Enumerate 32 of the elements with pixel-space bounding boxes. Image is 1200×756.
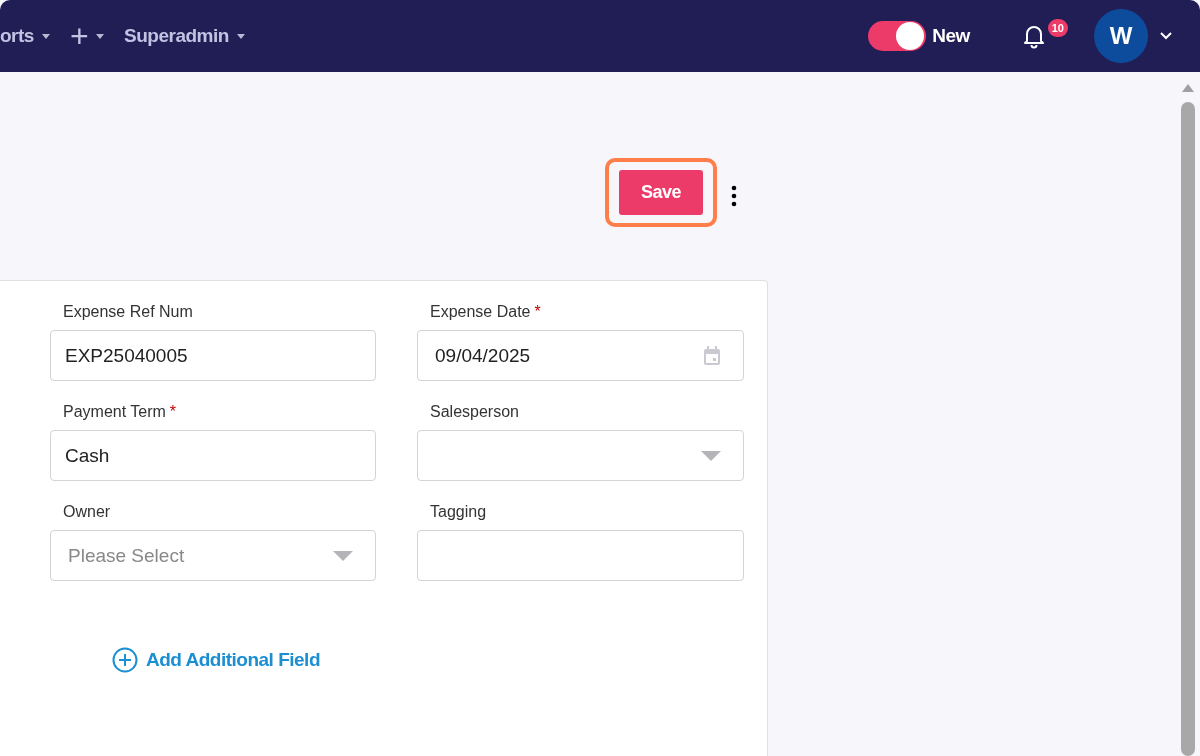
field-label: Payment Term * bbox=[62, 403, 178, 421]
bell-icon bbox=[1021, 23, 1046, 49]
nav-menu[interactable]: Superadmin bbox=[124, 25, 245, 47]
dropdown-arrow-icon bbox=[333, 550, 353, 561]
field-label: Salesperson bbox=[429, 403, 520, 421]
toggle-switch[interactable] bbox=[868, 21, 927, 51]
nav-menu[interactable]: orts bbox=[0, 25, 50, 47]
user-avatar[interactable]: W bbox=[1094, 9, 1148, 63]
calendar-icon bbox=[703, 345, 721, 366]
date-field[interactable]: 09/04/2025 bbox=[417, 330, 744, 381]
field-label: Expense Date * bbox=[429, 303, 542, 321]
field-label: Owner bbox=[62, 503, 112, 521]
notification-count: 10 bbox=[1047, 19, 1068, 37]
caret-icon bbox=[236, 33, 245, 39]
notifications-button[interactable] bbox=[1021, 23, 1046, 49]
add-field-link[interactable]: Add Additional Field bbox=[112, 647, 320, 673]
add-menu[interactable]: + bbox=[69, 20, 105, 52]
caret-icon bbox=[41, 33, 50, 39]
dropdown-field[interactable] bbox=[417, 430, 744, 481]
input-field[interactable] bbox=[417, 530, 744, 581]
chevron-down-icon[interactable] bbox=[1160, 32, 1172, 40]
save-button[interactable]: Save bbox=[619, 170, 703, 215]
toggle-label: New bbox=[932, 25, 970, 47]
dropdown-field[interactable]: Please Select bbox=[50, 530, 376, 581]
input-field[interactable]: Cash bbox=[50, 430, 376, 481]
caret-icon bbox=[96, 33, 105, 39]
input-field[interactable]: EXP25040005 bbox=[50, 330, 376, 381]
dropdown-arrow-icon bbox=[701, 450, 721, 461]
field-label: Tagging bbox=[429, 503, 488, 521]
more-options-icon[interactable] bbox=[731, 185, 737, 207]
field-label: Expense Ref Num bbox=[62, 303, 194, 321]
plus-circle-icon bbox=[112, 647, 138, 673]
